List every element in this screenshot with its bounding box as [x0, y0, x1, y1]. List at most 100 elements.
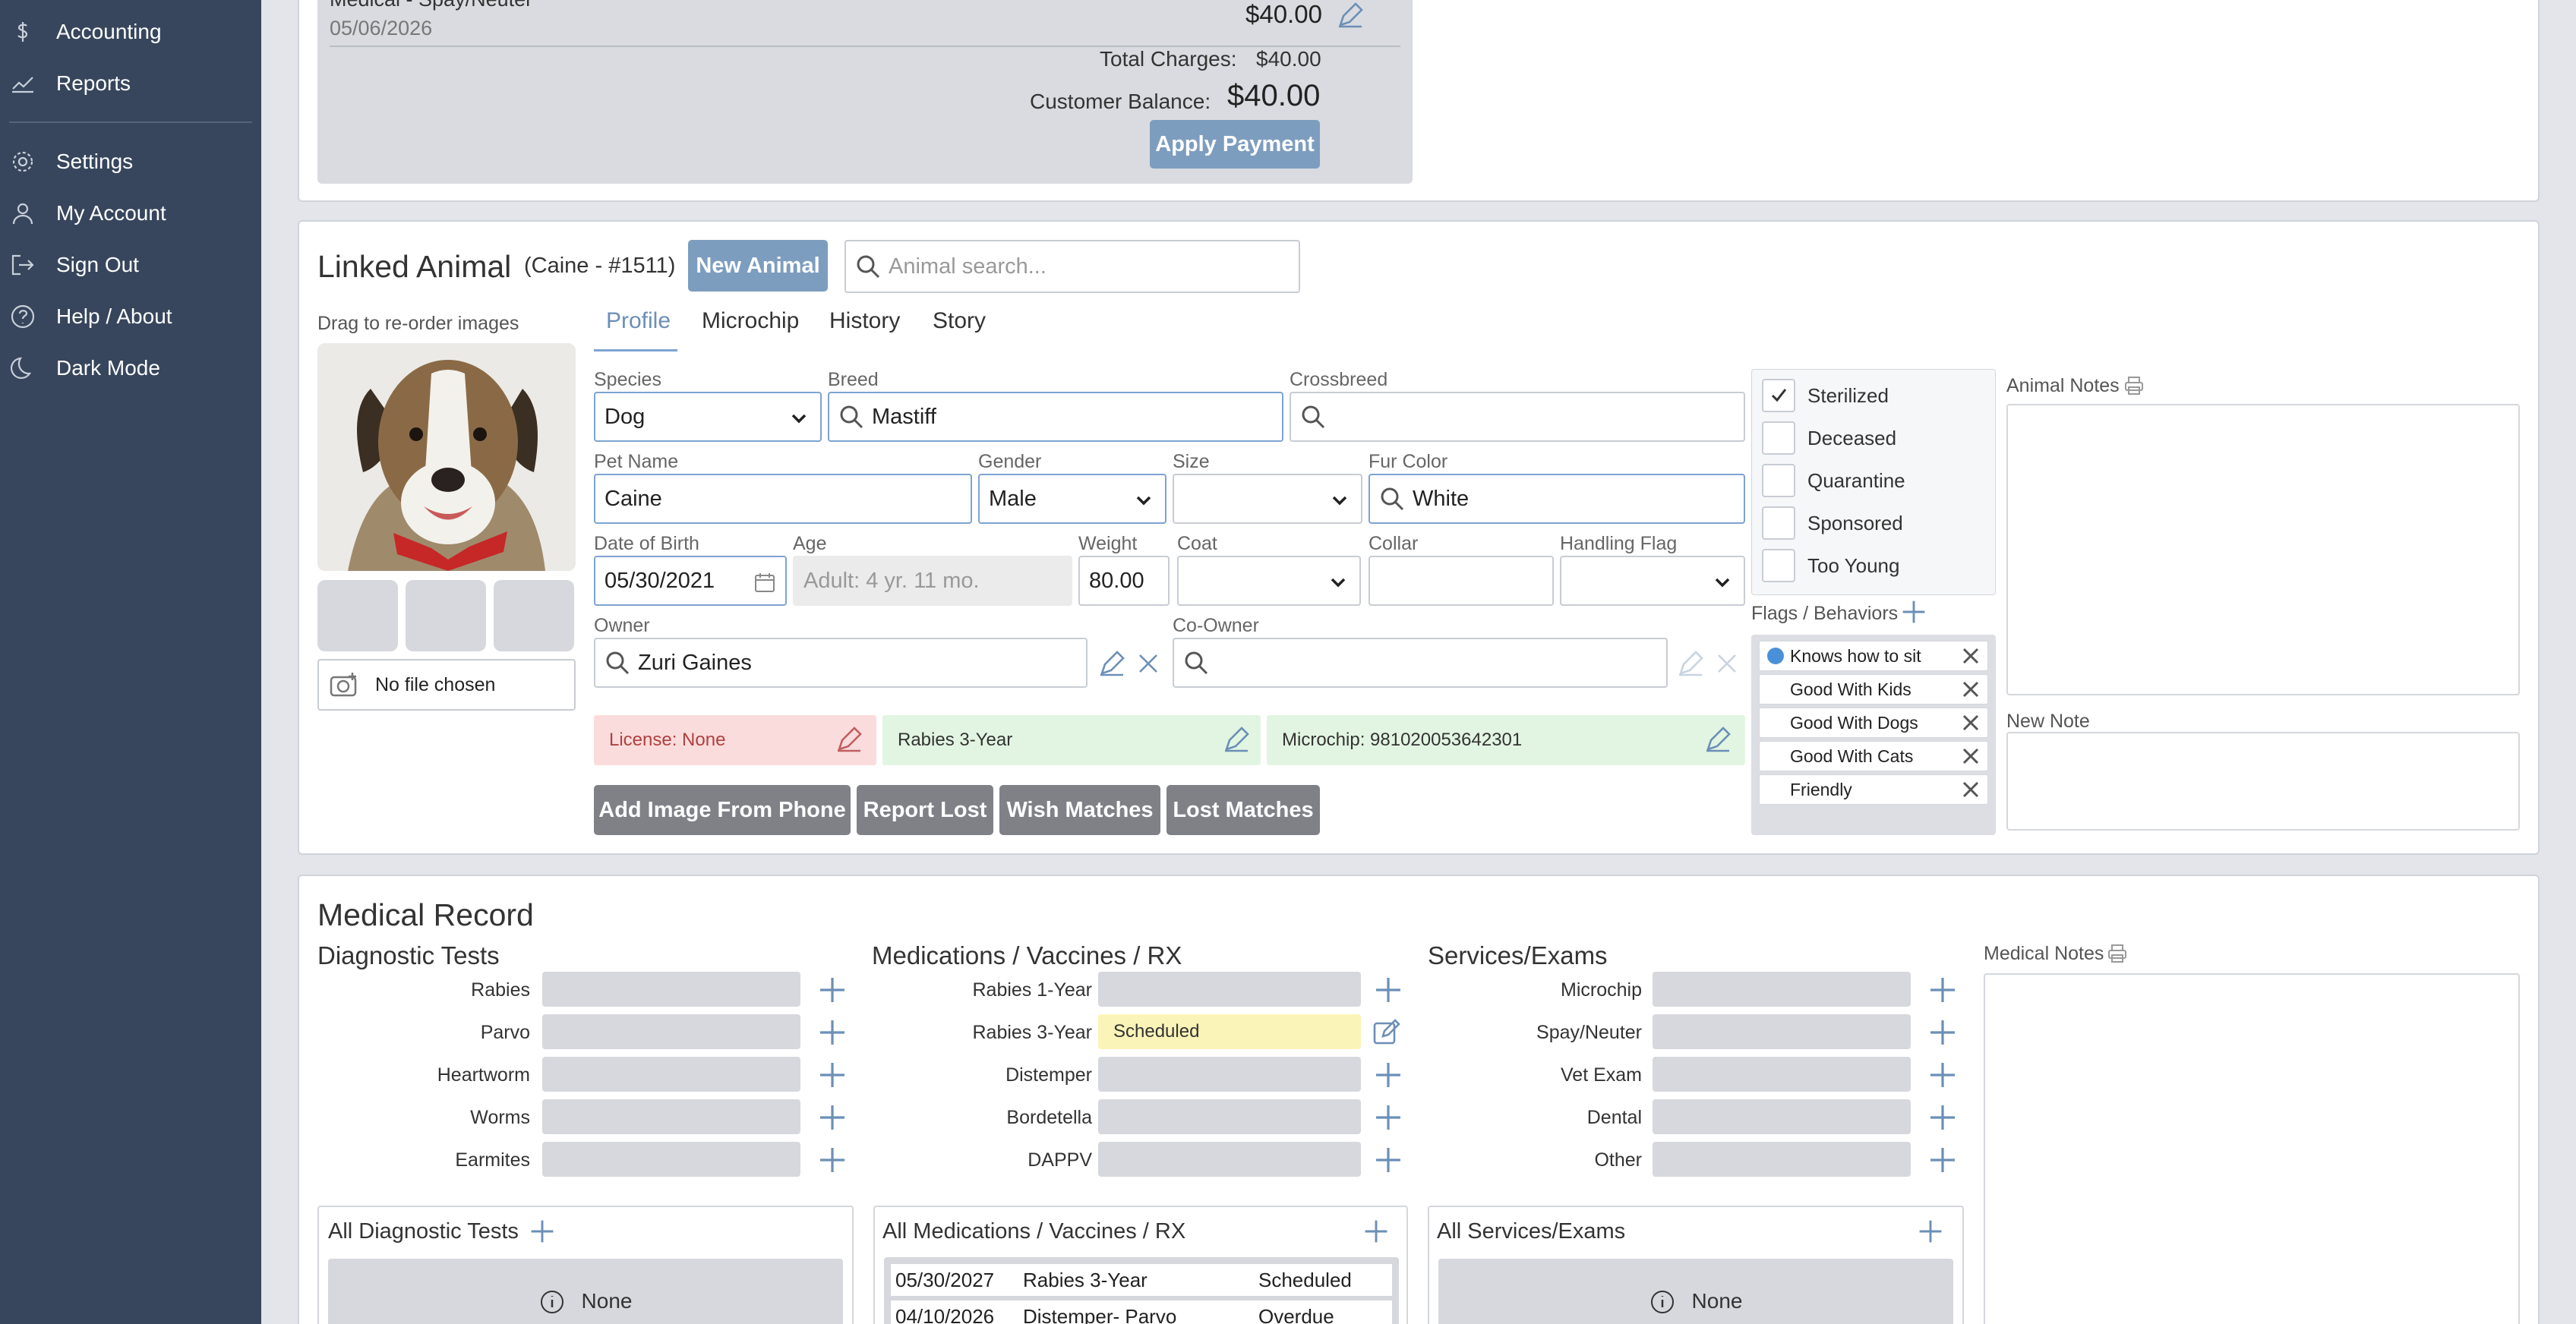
image-slot[interactable] [317, 580, 398, 651]
sterilized-checkbox[interactable]: Sterilized [1762, 377, 1990, 415]
add-medication-button[interactable] [1373, 1145, 1403, 1175]
add-medication-entry-button[interactable] [1362, 1218, 1390, 1245]
diagnostic-bar[interactable] [542, 1014, 800, 1049]
add-service-button[interactable] [1927, 1102, 1958, 1133]
add-service-button[interactable] [1927, 1060, 1958, 1090]
add-medication-button[interactable] [1373, 975, 1403, 1005]
medication-bar[interactable] [1098, 1099, 1361, 1134]
handling-flag-select[interactable] [1560, 556, 1745, 606]
tab-microchip[interactable]: Microchip [702, 308, 799, 334]
animal-notes-area[interactable] [2006, 404, 2520, 695]
lost-matches-button[interactable]: Lost Matches [1166, 785, 1320, 835]
add-service-button[interactable] [1927, 975, 1958, 1005]
table-row[interactable]: 04/10/2026 Distemper- Parvo Overdue [890, 1300, 1393, 1324]
add-service-button[interactable] [1927, 1145, 1958, 1175]
service-bar[interactable] [1653, 1099, 1911, 1134]
add-diagnostic-button[interactable] [817, 975, 848, 1005]
animal-search-input[interactable]: Animal search... [844, 240, 1300, 293]
sidebar-item-help[interactable]: Help / About [0, 294, 261, 339]
image-slot[interactable] [494, 580, 574, 651]
species-select[interactable]: Dog [594, 392, 822, 442]
gender-select[interactable]: Male [978, 474, 1166, 524]
medical-notes-area[interactable] [1984, 973, 2520, 1324]
clear-co-owner-icon[interactable] [1712, 648, 1742, 679]
size-select[interactable] [1173, 474, 1362, 524]
file-upload-input[interactable]: No file chosen [317, 659, 576, 711]
fur-color-input[interactable]: White [1368, 474, 1745, 524]
collar-input[interactable] [1368, 556, 1554, 606]
flag-item[interactable]: Good With Kids [1759, 674, 1988, 705]
wish-matches-button[interactable]: Wish Matches [999, 785, 1160, 835]
too-young-checkbox[interactable]: Too Young [1762, 547, 1990, 585]
report-lost-button[interactable]: Report Lost [857, 785, 993, 835]
add-image-from-phone-button[interactable]: Add Image From Phone [594, 785, 851, 835]
diagnostic-bar[interactable] [542, 1057, 800, 1092]
weight-input[interactable]: 80.00 [1078, 556, 1170, 606]
add-service-button[interactable] [1927, 1017, 1958, 1048]
print-icon[interactable] [2123, 375, 2145, 396]
apply-payment-button[interactable]: Apply Payment [1150, 120, 1320, 169]
service-bar[interactable] [1653, 972, 1911, 1007]
service-bar[interactable] [1653, 1014, 1911, 1049]
edit-microchip-icon[interactable] [1703, 724, 1733, 755]
remove-flag-icon[interactable] [1962, 680, 1980, 698]
add-diagnostic-test-button[interactable] [529, 1218, 556, 1245]
remove-flag-icon[interactable] [1962, 780, 1980, 799]
deceased-checkbox[interactable]: Deceased [1762, 419, 1990, 457]
quarantine-checkbox[interactable]: Quarantine [1762, 462, 1990, 500]
new-note-textarea[interactable] [2006, 732, 2520, 831]
animal-photo[interactable] [317, 343, 576, 571]
image-slot[interactable] [406, 580, 486, 651]
coat-select[interactable] [1177, 556, 1361, 606]
remove-flag-icon[interactable] [1962, 747, 1980, 765]
service-bar[interactable] [1653, 1057, 1911, 1092]
add-flag-button[interactable] [1900, 598, 1927, 626]
add-diagnostic-button[interactable] [817, 1102, 848, 1133]
tab-history[interactable]: History [829, 308, 900, 334]
remove-flag-icon[interactable] [1962, 647, 1980, 665]
flag-item[interactable]: Knows how to sit [1759, 641, 1988, 671]
crossbreed-input[interactable] [1290, 392, 1745, 442]
edit-charge-icon[interactable] [1335, 0, 1365, 30]
add-service-exam-button[interactable] [1917, 1218, 1944, 1245]
print-icon[interactable] [2107, 943, 2128, 964]
table-row[interactable]: 05/30/2027 Rabies 3-Year Scheduled [890, 1263, 1393, 1297]
sidebar-item-settings[interactable]: Settings [0, 139, 261, 184]
sponsored-checkbox[interactable]: Sponsored [1762, 504, 1990, 542]
medication-bar[interactable]: Scheduled [1098, 1014, 1361, 1049]
medication-bar[interactable] [1098, 1057, 1361, 1092]
owner-input[interactable]: Zuri Gaines [594, 638, 1088, 688]
tab-story[interactable]: Story [933, 308, 986, 334]
edit-co-owner-icon[interactable] [1675, 648, 1706, 679]
sidebar-item-reports[interactable]: Reports [0, 61, 261, 106]
medication-bar[interactable] [1098, 1142, 1361, 1177]
sidebar-item-accounting[interactable]: Accounting [0, 9, 261, 55]
add-diagnostic-button[interactable] [817, 1145, 848, 1175]
diagnostic-bar[interactable] [542, 972, 800, 1007]
new-animal-button[interactable]: New Animal [688, 240, 828, 292]
diagnostic-bar[interactable] [542, 1099, 800, 1134]
calendar-icon[interactable] [753, 571, 776, 594]
sidebar-item-sign-out[interactable]: Sign Out [0, 242, 261, 288]
medication-bar[interactable] [1098, 972, 1361, 1007]
edit-owner-icon[interactable] [1097, 648, 1127, 679]
breed-input[interactable]: Mastiff [828, 392, 1283, 442]
sidebar-item-dark-mode[interactable]: Dark Mode [0, 345, 261, 391]
flag-item[interactable]: Good With Cats [1759, 741, 1988, 771]
flag-item[interactable]: Good With Dogs [1759, 708, 1988, 738]
add-diagnostic-button[interactable] [817, 1060, 848, 1090]
diagnostic-bar[interactable] [542, 1142, 800, 1177]
tab-profile[interactable]: Profile [606, 308, 671, 334]
pet-name-input[interactable]: Caine [594, 474, 972, 524]
service-bar[interactable] [1653, 1142, 1911, 1177]
co-owner-input[interactable] [1173, 638, 1668, 688]
dob-input[interactable]: 05/30/2021 [594, 556, 787, 606]
flag-item[interactable]: Friendly [1759, 774, 1988, 805]
edit-rabies-icon[interactable] [1221, 724, 1252, 755]
edit-license-icon[interactable] [834, 724, 864, 755]
add-medication-button[interactable] [1373, 1102, 1403, 1133]
add-medication-button[interactable] [1373, 1060, 1403, 1090]
remove-flag-icon[interactable] [1962, 714, 1980, 732]
clear-owner-icon[interactable] [1133, 648, 1163, 679]
edit-medication-icon[interactable] [1372, 1017, 1402, 1048]
